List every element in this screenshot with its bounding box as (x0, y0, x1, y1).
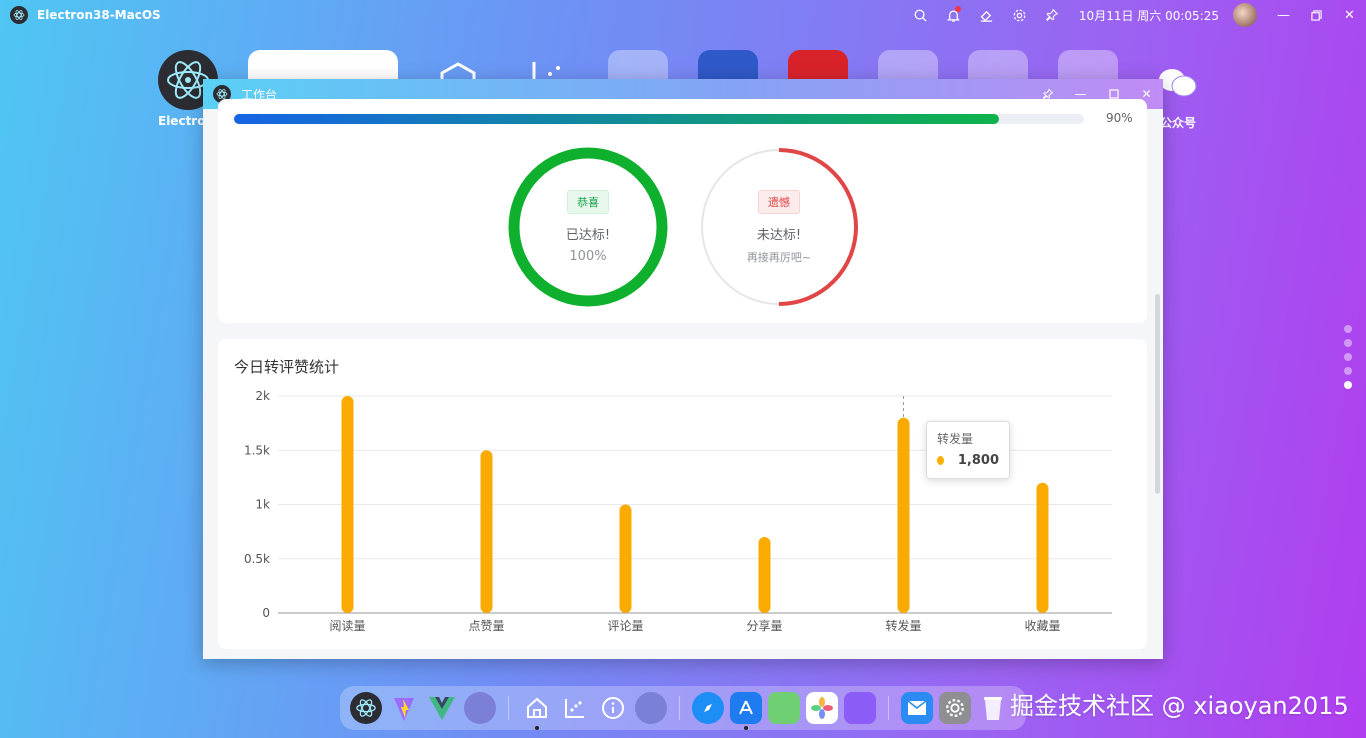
dock-maps-icon[interactable] (768, 692, 800, 724)
bar-点赞量 (480, 450, 493, 613)
ring-fail: 遗憾 未达标! 再接再厉吧~ (699, 147, 859, 307)
dock-chart-icon[interactable] (559, 692, 591, 724)
dock-electron-icon[interactable] (350, 692, 382, 724)
bar-分享量 (758, 537, 771, 613)
bar-评论量 (619, 504, 632, 613)
workbench-window: 工作台 — ✕ 90% 恭喜 已达标! 100% 遗憾 未达标! 再接再厉吧~ … (203, 79, 1163, 659)
restore-button[interactable] (1300, 0, 1333, 30)
dock-trash-icon[interactable] (977, 692, 1009, 724)
pager-dot[interactable] (1344, 325, 1352, 333)
desktop-pager (1344, 325, 1352, 389)
x-tick-label: 点赞量 (468, 619, 504, 633)
dock-grid-icon[interactable] (844, 692, 876, 724)
progress-card: 90% 恭喜 已达标! 100% 遗憾 未达标! 再接再厉吧~ (218, 99, 1147, 323)
fail-tag: 遗憾 (758, 189, 800, 214)
dock-photos-icon[interactable] (806, 692, 838, 724)
pager-dot[interactable] (1344, 339, 1352, 347)
avatar[interactable] (1233, 3, 1257, 27)
progress-text: 90% (1106, 111, 1133, 125)
success-percent: 100% (569, 249, 607, 264)
settings-icon[interactable] (1003, 0, 1036, 30)
dock-separator (508, 696, 509, 720)
dock-vite-icon[interactable] (388, 692, 420, 724)
bar-收藏量 (1036, 482, 1049, 613)
dock-separator (679, 696, 680, 720)
dock-running-dot (744, 726, 748, 730)
tooltip-marker (937, 456, 944, 465)
y-tick-label: 0 (262, 606, 270, 620)
dock-app-icon[interactable] (464, 692, 496, 724)
dock-appstore-icon[interactable] (730, 692, 762, 730)
tooltip-value: 1,800 (957, 453, 999, 468)
x-tick-label: 阅读量 (329, 619, 365, 633)
fail-message: 再接再厉吧~ (746, 250, 812, 264)
dock-separator (888, 696, 889, 720)
tooltip-series-name: 转发量 (937, 432, 974, 446)
pager-dot[interactable] (1344, 353, 1352, 361)
dock-settings-icon[interactable] (939, 692, 971, 724)
progress-bar (234, 114, 1084, 124)
bar-chart[interactable]: 00.5k1k1.5k2k阅读量 点赞量 评论量 分享量 转发量 收藏量 (218, 339, 1147, 649)
x-tick-label: 评论量 (607, 619, 643, 633)
ring-success: 恭喜 已达标! 100% (508, 147, 668, 307)
minimize-button[interactable]: — (1267, 0, 1300, 30)
pin-icon[interactable] (1036, 0, 1069, 30)
y-tick-label: 1.5k (244, 443, 270, 457)
window-scrollbar[interactable] (1155, 294, 1160, 494)
wechat-app-label: 公众号 (1160, 116, 1197, 130)
search-icon[interactable] (904, 0, 937, 30)
dock-home-icon[interactable] (521, 692, 553, 730)
bar-阅读量 (341, 396, 354, 613)
dock-running-dot (535, 726, 539, 730)
clock[interactable]: 10月11日 周六 00:05:25 (1079, 7, 1219, 24)
x-tick-label: 分享量 (746, 618, 782, 633)
dock (340, 686, 1026, 730)
app-title: Electron38-MacOS (37, 8, 161, 22)
pager-dot-active[interactable] (1344, 381, 1352, 389)
watermark: 掘金技术社区 @ xiaoyan2015 (1010, 692, 1349, 720)
skin-icon[interactable] (970, 0, 1003, 30)
dock-safari-icon[interactable] (692, 692, 724, 724)
y-tick-label: 1k (255, 498, 270, 512)
dock-info-icon[interactable] (597, 692, 629, 724)
x-tick-label: 收藏量 (1024, 619, 1060, 633)
success-status: 已达标! (565, 228, 611, 243)
dock-vue-icon[interactable] (426, 692, 458, 724)
bar-转发量 (897, 417, 910, 613)
close-button[interactable]: ✕ (1333, 0, 1366, 30)
chart-tooltip: 转发量 1,800 (926, 421, 1010, 479)
bell-icon[interactable] (937, 0, 970, 30)
dock-mail-icon[interactable] (901, 692, 933, 724)
x-tick-label: 转发量 (885, 618, 921, 633)
notification-dot (954, 6, 961, 12)
y-tick-label: 0.5k (244, 552, 270, 566)
menubar: Electron38-MacOS 10月11日 周六 00:05:25 — ✕ (0, 0, 1366, 30)
dock-tools-icon[interactable] (635, 692, 667, 724)
fail-status: 未达标! (756, 227, 802, 243)
window-content: 90% 恭喜 已达标! 100% 遗憾 未达标! 再接再厉吧~ 今日转评赞统计 … (203, 99, 1163, 659)
electron-logo-icon[interactable] (10, 6, 28, 24)
pager-dot[interactable] (1344, 367, 1352, 375)
y-tick-label: 2k (255, 389, 270, 403)
progress-bar-fill (234, 114, 999, 124)
success-tag: 恭喜 (567, 190, 609, 214)
chart-card: 今日转评赞统计 0 0.5k 1k 1.5k 2k 阅读量 点赞量 评论量 分享量 转发量 收藏量 … (218, 339, 1147, 649)
